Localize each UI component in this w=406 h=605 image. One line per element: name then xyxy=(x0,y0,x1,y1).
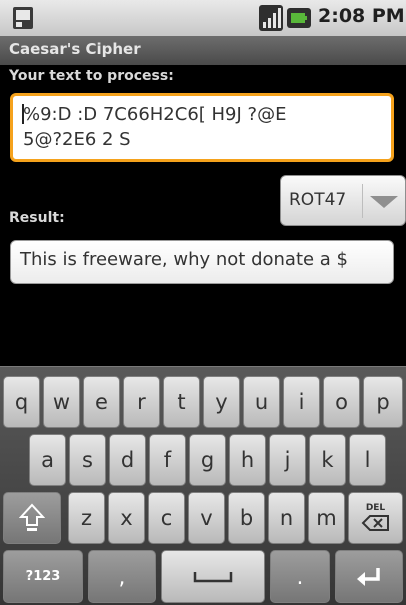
chevron-down-icon xyxy=(370,196,398,208)
space-icon xyxy=(193,571,233,582)
key-k[interactable]: k xyxy=(309,434,346,486)
delete-key[interactable]: DEL xyxy=(348,492,403,544)
dropdown-divider xyxy=(362,184,363,218)
key-h[interactable]: h xyxy=(229,434,266,486)
comma-key[interactable]: , xyxy=(88,550,156,603)
key-r[interactable]: r xyxy=(123,376,160,428)
text-input[interactable] xyxy=(10,93,394,162)
delete-key-label: DEL xyxy=(365,503,386,513)
result-label: Result: xyxy=(9,210,65,226)
delete-key-content: DEL xyxy=(361,503,391,533)
enter-key[interactable] xyxy=(335,550,403,603)
shift-icon xyxy=(19,503,45,531)
symbols-key[interactable]: ?123 xyxy=(3,550,83,603)
key-u[interactable]: u xyxy=(243,376,280,428)
cipher-dropdown[interactable]: ROT47 xyxy=(280,175,406,226)
key-x[interactable]: x xyxy=(108,492,145,544)
sim-card-icon xyxy=(13,7,33,29)
key-q[interactable]: q xyxy=(3,376,40,428)
key-d[interactable]: d xyxy=(109,434,146,486)
input-label: Your text to process: xyxy=(9,68,174,84)
key-w[interactable]: w xyxy=(43,376,80,428)
phone-screen: 2:08 PM Caesar's Cipher Your text to pro… xyxy=(0,0,406,605)
key-a[interactable]: a xyxy=(29,434,66,486)
key-b[interactable]: b xyxy=(228,492,265,544)
key-e[interactable]: e xyxy=(83,376,120,428)
clock: 2:08 PM xyxy=(318,5,405,27)
delete-icon xyxy=(361,515,389,531)
key-f[interactable]: f xyxy=(149,434,186,486)
enter-icon xyxy=(357,567,380,586)
key-v[interactable]: v xyxy=(188,492,225,544)
key-s[interactable]: s xyxy=(69,434,106,486)
period-key[interactable]: . xyxy=(270,550,330,603)
key-t[interactable]: t xyxy=(163,376,200,428)
key-y[interactable]: y xyxy=(203,376,240,428)
battery-icon xyxy=(287,8,311,28)
key-p[interactable]: p xyxy=(363,376,403,428)
signal-icon xyxy=(259,5,283,31)
key-o[interactable]: o xyxy=(323,376,360,428)
key-z[interactable]: z xyxy=(68,492,105,544)
app-title-bar: Caesar's Cipher xyxy=(0,36,406,65)
key-j[interactable]: j xyxy=(269,434,306,486)
soft-keyboard: q w e r t y u i o p a s d f g h j k l z … xyxy=(0,366,406,605)
key-l[interactable]: l xyxy=(349,434,386,486)
key-c[interactable]: c xyxy=(148,492,185,544)
key-m[interactable]: m xyxy=(308,492,345,544)
cipher-selected-value: ROT47 xyxy=(289,190,347,210)
shift-key[interactable] xyxy=(3,492,61,544)
status-bar: 2:08 PM xyxy=(0,0,406,37)
text-cursor xyxy=(22,104,24,124)
key-g[interactable]: g xyxy=(189,434,226,486)
space-key[interactable] xyxy=(161,550,265,603)
app-title: Caesar's Cipher xyxy=(9,40,141,58)
key-i[interactable]: i xyxy=(283,376,320,428)
key-n[interactable]: n xyxy=(268,492,305,544)
result-field[interactable]: This is freeware, why not donate a $ xyxy=(10,240,394,284)
